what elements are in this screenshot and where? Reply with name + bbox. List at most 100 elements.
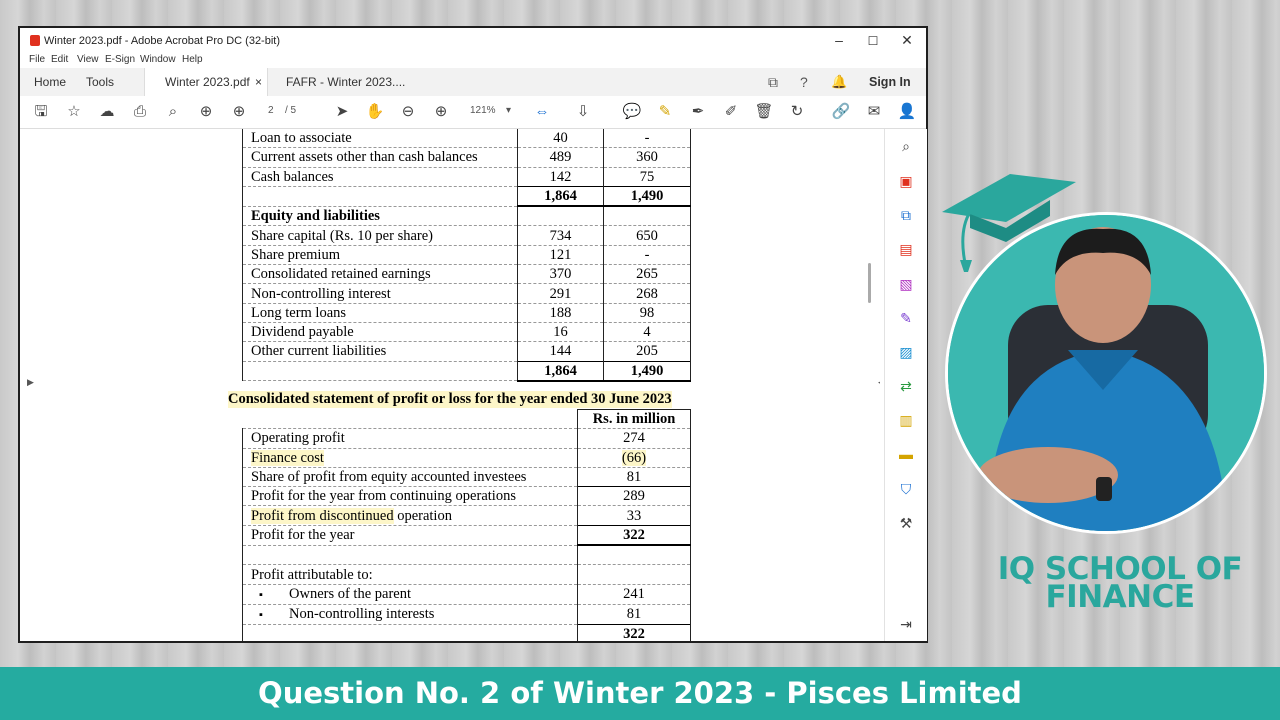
school-line-2: FINANCE: [1045, 579, 1195, 615]
menu-edit[interactable]: Edit: [51, 54, 68, 65]
delete-icon[interactable]: 🗑: [754, 102, 774, 122]
organize-pages-icon[interactable]: ▤: [897, 240, 915, 258]
tab-close-icon[interactable]: ×: [255, 68, 262, 96]
select-cursor-icon[interactable]: ➤: [332, 102, 352, 122]
right-tools-panel: ⌕ ▣ ⧉ ▤ ▧ ✎ ▨ ⇄ ▥ ▬ ⛉ ⚒ ⇥: [884, 129, 927, 641]
value-2023: 489: [517, 147, 604, 168]
table-row: Long term loans 188 98: [242, 303, 691, 323]
page-number-input[interactable]: 2: [268, 105, 274, 116]
row-label: Current assets other than cash balances: [242, 147, 518, 168]
add-user-icon[interactable]: 👤: [897, 102, 917, 122]
shield-icon[interactable]: ⛉: [897, 480, 915, 498]
share-icon[interactable]: ⧉: [768, 68, 778, 96]
fill-sign-icon[interactable]: ✎: [897, 309, 915, 327]
unit-header: Rs. in million: [577, 408, 691, 430]
row-value: (66): [621, 449, 647, 466]
zoom-tool-icon[interactable]: ⌕: [897, 137, 915, 155]
close-window-button[interactable]: ✕: [892, 32, 922, 49]
sign-in-button[interactable]: Sign In: [869, 68, 911, 96]
menu-esign[interactable]: E-Sign: [105, 54, 135, 65]
menu-bar: File Edit View E-Sign Window Help: [20, 54, 926, 68]
table-row: Profit attributable to:: [242, 564, 691, 585]
comment-icon[interactable]: 💬: [622, 102, 642, 122]
table-row: ▪ Owners of the parent 241: [242, 584, 691, 605]
protect-file-icon[interactable]: ▥: [897, 411, 915, 429]
minimize-button[interactable]: –: [824, 32, 854, 48]
value-2022: 75: [603, 167, 691, 187]
row-label-highlight: Profit from discontinued: [251, 507, 394, 524]
menu-help[interactable]: Help: [182, 54, 203, 65]
right-panel-collapse-icon[interactable]: ◀: [878, 377, 880, 388]
more-tools-icon[interactable]: ⚒: [897, 514, 915, 532]
edit-pdf-icon[interactable]: ▧: [897, 275, 915, 293]
tab-label: Winter 2023.pdf: [165, 75, 250, 89]
header-row: Rs. in million: [242, 408, 691, 430]
value-2023: 16: [517, 322, 604, 343]
menu-view[interactable]: View: [77, 54, 99, 65]
row-label: Operating profit: [242, 428, 578, 449]
scroll-mode-icon[interactable]: ⇩: [573, 102, 593, 122]
tab-tools[interactable]: Tools: [86, 68, 114, 96]
page-fit-icon[interactable]: ⇔: [532, 102, 552, 122]
document-viewport[interactable]: ▶ Loan to associate 40 - Current assets …: [20, 129, 880, 641]
highlight-pen-icon[interactable]: ✎: [655, 102, 675, 122]
search-icon[interactable]: ⌕: [163, 102, 183, 122]
link-icon[interactable]: 🔗: [831, 102, 851, 122]
tab-home[interactable]: Home: [34, 68, 66, 96]
zoom-in-icon[interactable]: ⊕: [431, 102, 451, 122]
tab-winter-2023[interactable]: Winter 2023.pdf ×: [144, 68, 268, 96]
rotate-icon[interactable]: ↻: [787, 102, 807, 122]
expand-panel-icon[interactable]: ⇥: [897, 615, 915, 633]
email-icon[interactable]: ✉: [864, 102, 884, 122]
row-label: Loan to associate: [242, 129, 518, 149]
toolbar: 🖫 ☆ ☁ ⎙ ⌕ ⊕ ⊕ 2 / 5 ➤ ✋ ⊖ ⊕ 121% ▾ ⇔ ⇩ 💬…: [20, 96, 926, 129]
value-2022: 360: [603, 147, 691, 168]
help-icon[interactable]: ?: [800, 68, 808, 96]
bullet-icon: ▪: [259, 608, 263, 621]
previous-page-icon[interactable]: ⊕: [196, 102, 216, 122]
stamp-icon[interactable]: ✐: [721, 102, 741, 122]
attributable-heading: Profit attributable to:: [242, 564, 578, 585]
bell-icon[interactable]: 🔔: [831, 68, 847, 96]
draw-icon[interactable]: ✒: [688, 102, 708, 122]
row-label: Share premium: [242, 245, 518, 266]
bookmark-star-icon[interactable]: ☆: [64, 102, 84, 122]
table-row: Operating profit 274: [242, 428, 691, 449]
scrollbar-thumb[interactable]: [868, 263, 871, 303]
left-panel-toggle-icon[interactable]: ▶: [27, 377, 34, 388]
hand-tool-icon[interactable]: ✋: [365, 102, 385, 122]
combine-files-icon[interactable]: ⧉: [897, 206, 915, 224]
value-2022: 205: [603, 341, 691, 362]
value-2022: 4: [603, 322, 691, 343]
menu-file[interactable]: File: [29, 54, 45, 65]
create-pdf-icon[interactable]: ▣: [897, 172, 915, 190]
row-label: Finance cost: [251, 449, 324, 466]
tab-fafr[interactable]: FAFR - Winter 2023....: [286, 68, 405, 96]
maximize-button[interactable]: ☐: [858, 34, 888, 48]
next-page-icon[interactable]: ⊕: [229, 102, 249, 122]
row-label-rest: operation: [393, 507, 452, 524]
table-row: Finance cost (66): [242, 448, 691, 468]
upload-icon[interactable]: ☁: [97, 102, 117, 122]
comment-tool-icon[interactable]: ▬: [897, 445, 915, 463]
zoom-level-select[interactable]: 121%: [470, 105, 496, 116]
table-row: Share of profit from equity accounted in…: [242, 467, 691, 488]
value-2022: 650: [603, 225, 691, 246]
page-total: / 5: [285, 105, 297, 116]
value-2023: 40: [517, 129, 604, 149]
export-pdf-icon[interactable]: ⇄: [897, 377, 915, 395]
total-2022: 1,490: [603, 185, 691, 208]
zoom-out-icon[interactable]: ⊖: [398, 102, 418, 122]
table-row: Profit for the year from continuing oper…: [242, 486, 691, 507]
table-row: Other current liabilities 144 205: [242, 341, 691, 362]
print-icon[interactable]: ⎙: [130, 102, 150, 122]
row-label: Long term loans: [242, 303, 518, 323]
save-icon[interactable]: 🖫: [31, 102, 51, 122]
presenter-avatar: [945, 212, 1267, 534]
menu-window[interactable]: Window: [140, 54, 176, 65]
value-2023: 370: [517, 264, 604, 285]
chevron-down-icon[interactable]: ▾: [506, 105, 511, 116]
bullet-icon: ▪: [259, 588, 263, 601]
row-value: 81: [577, 604, 691, 625]
scan-icon[interactable]: ▨: [897, 343, 915, 361]
